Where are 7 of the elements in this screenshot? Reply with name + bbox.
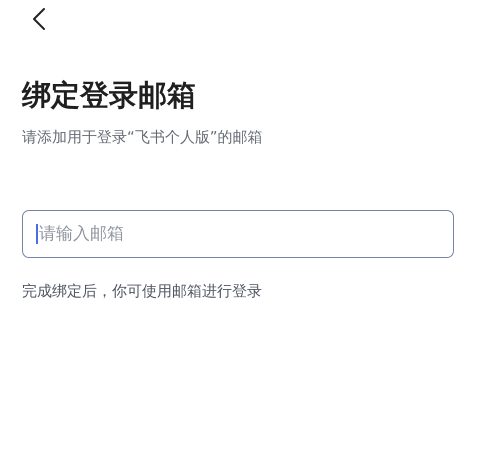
- back-icon: [32, 7, 46, 31]
- hint-text: 完成绑定后，你可使用邮箱进行登录: [22, 281, 263, 302]
- subtitle: 请添加用于登录“飞书个人版”的邮箱: [22, 127, 264, 148]
- page-title: 绑定登录邮箱: [22, 77, 197, 114]
- back-button[interactable]: [32, 7, 46, 31]
- text-cursor: [36, 224, 38, 244]
- email-field[interactable]: 请输入邮箱: [22, 210, 454, 258]
